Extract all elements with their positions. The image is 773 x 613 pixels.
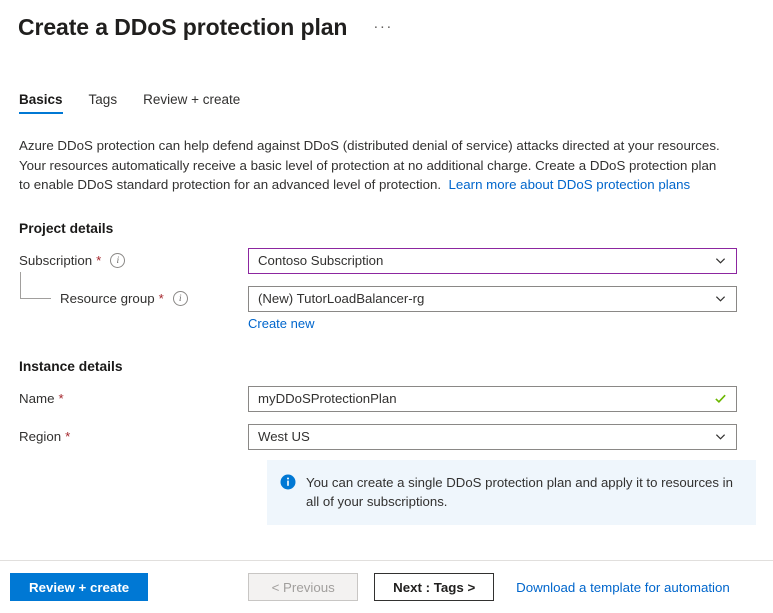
subscription-select[interactable]: Contoso Subscription: [248, 247, 737, 274]
name-label-group: Name *: [0, 386, 248, 412]
region-label-group: Region *: [0, 424, 248, 450]
name-input[interactable]: myDDoSProtectionPlan: [258, 391, 714, 406]
resource-group-field-col: (New) TutorLoadBalancer-rg Create new: [248, 285, 737, 333]
tab-tags[interactable]: Tags: [89, 92, 118, 114]
create-new-resource-group-link[interactable]: Create new: [248, 316, 314, 331]
resource-group-select[interactable]: (New) TutorLoadBalancer-rg: [248, 285, 737, 312]
info-filled-icon: [280, 474, 296, 490]
next-tags-button[interactable]: Next : Tags >: [374, 573, 495, 601]
region-label: Region: [19, 429, 62, 444]
wizard-tabs: Basics Tags Review + create: [0, 86, 773, 114]
info-banner-text: You can create a single DDoS protection …: [306, 475, 733, 509]
chevron-down-icon: [715, 296, 726, 302]
subscription-label-group: Subscription * i: [0, 248, 248, 274]
subscription-required-marker: *: [96, 253, 102, 268]
region-value: West US: [258, 429, 310, 444]
resource-group-label: Resource group: [60, 291, 155, 306]
wizard-footer: Review + create < Previous Next : Tags >…: [0, 561, 773, 613]
page-header: Create a DDoS protection plan ···: [0, 0, 773, 44]
name-row: Name * myDDoSProtectionPlan: [0, 385, 773, 412]
info-circle-icon[interactable]: i: [110, 253, 126, 268]
resource-group-value: (New) TutorLoadBalancer-rg: [258, 291, 425, 306]
more-options-icon[interactable]: ···: [369, 19, 397, 34]
learn-more-link[interactable]: Learn more about DDoS protection plans: [448, 177, 690, 192]
review-create-button[interactable]: Review + create: [10, 573, 149, 601]
name-label: Name: [19, 391, 55, 406]
region-required-marker: *: [65, 429, 71, 444]
download-template-link[interactable]: Download a template for automation: [516, 580, 730, 595]
chevron-down-icon: [715, 434, 726, 440]
info-circle-icon[interactable]: i: [172, 291, 188, 306]
name-input-wrapper[interactable]: myDDoSProtectionPlan: [248, 385, 737, 412]
page-description: Azure DDoS protection can help defend ag…: [19, 136, 731, 195]
tree-connector-line: [20, 271, 51, 299]
region-row: Region * West US: [0, 423, 773, 450]
tab-review-create[interactable]: Review + create: [143, 92, 240, 114]
subscription-label: Subscription: [19, 253, 93, 268]
subscription-value: Contoso Subscription: [258, 253, 384, 268]
resource-group-required-marker: *: [158, 291, 164, 306]
resource-group-row: Resource group * i (New) TutorLoadBalanc…: [0, 271, 773, 333]
info-banner: You can create a single DDoS protection …: [267, 460, 756, 525]
name-required-marker: *: [58, 391, 64, 406]
project-details-heading: Project details: [19, 220, 114, 236]
instance-details-heading: Instance details: [19, 358, 123, 374]
subscription-row: Subscription * i Contoso Subscription: [0, 247, 773, 274]
checkmark-icon: [715, 394, 726, 403]
chevron-down-icon: [715, 258, 726, 264]
previous-button[interactable]: < Previous: [248, 573, 359, 601]
region-field-col: West US: [248, 423, 737, 450]
name-field-col: myDDoSProtectionPlan: [248, 385, 737, 412]
page-title: Create a DDoS protection plan: [18, 13, 348, 40]
subscription-field-col: Contoso Subscription: [248, 247, 737, 274]
tab-basics[interactable]: Basics: [19, 92, 63, 114]
resource-group-label-group: Resource group * i: [0, 271, 248, 312]
region-select[interactable]: West US: [248, 423, 737, 450]
